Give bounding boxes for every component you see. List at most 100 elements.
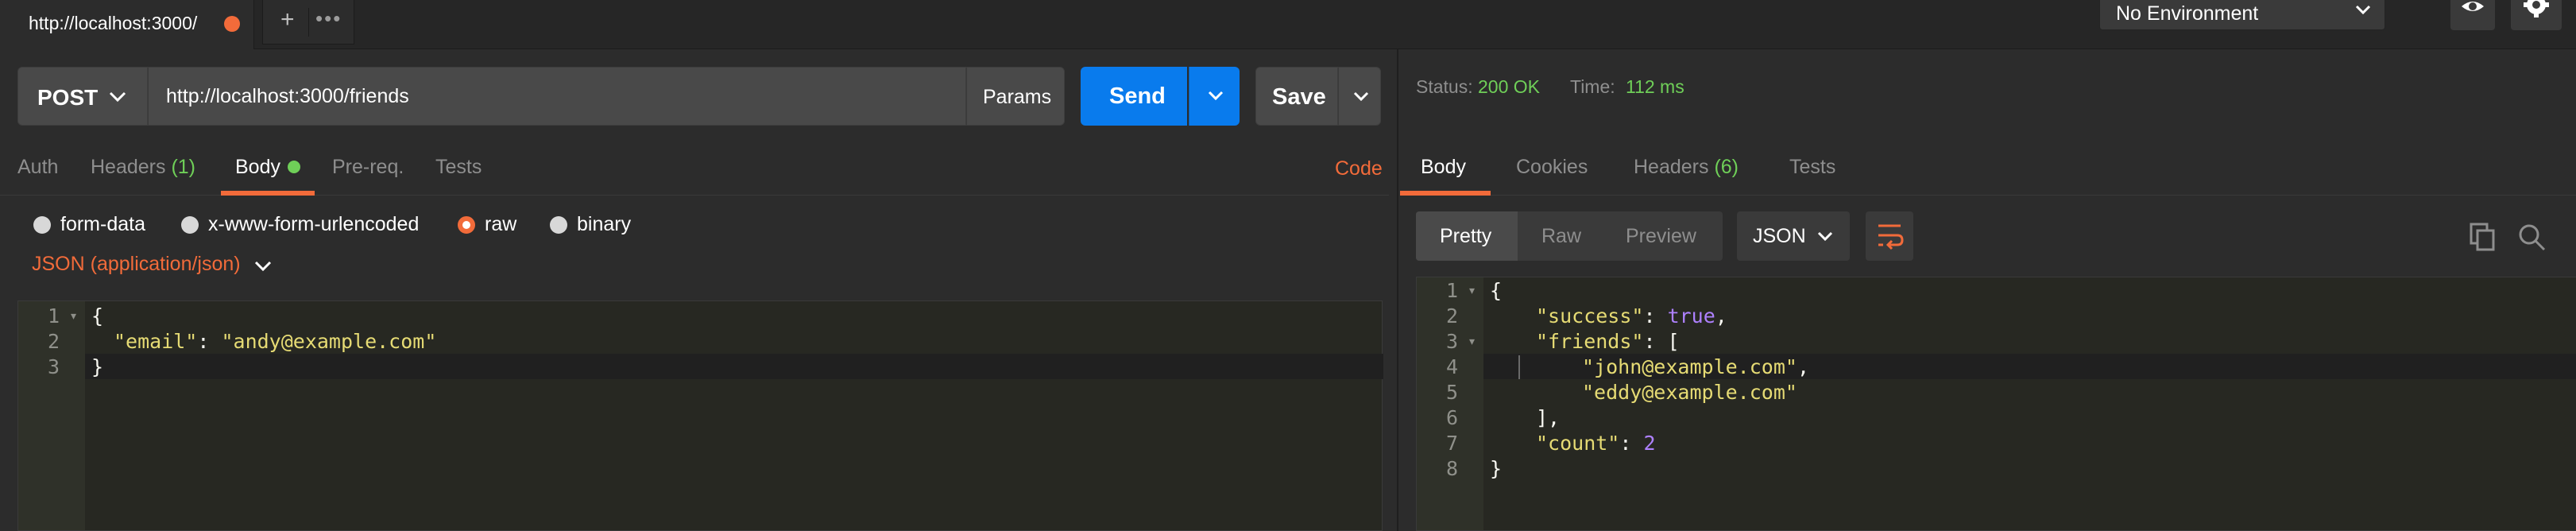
save-dropdown-button[interactable] [1338,67,1381,126]
tab-body-label: Body [235,156,280,178]
view-mode-group: Pretty Raw Preview [1416,211,1723,261]
radio-urlencoded[interactable] [181,216,199,234]
view-pretty-button[interactable]: Pretty [1416,211,1518,261]
tab-pre-request[interactable]: Pre-req. [332,156,404,179]
json-key: "success" [1536,304,1644,328]
radio-label-form-data: form-data [60,213,145,235]
gear-icon [2524,0,2549,17]
line-number: 6 [1445,406,1458,429]
json-colon: : [1643,330,1668,353]
active-line-highlight [85,354,1383,379]
tab-tools-divider [308,8,309,37]
send-button[interactable]: Send [1081,67,1187,126]
tab-headers-label: Headers [91,156,166,178]
tab-pre-request-label: Pre-req. [332,156,404,178]
save-label: Save [1272,84,1326,110]
view-preview-label: Preview [1626,225,1696,247]
line-number: 8 [1445,457,1458,480]
response-body-viewer[interactable]: 1 ▾ 2 3 ▾ 4 5 6 7 8 { "success": true, "… [1416,277,2576,531]
chevron-down-icon[interactable] [251,254,275,278]
line-number: 3 [1445,330,1458,353]
copy-icon[interactable] [2466,221,2498,253]
pane-divider[interactable] [1397,49,1398,531]
active-tab-indicator [221,191,315,196]
view-preview-button[interactable]: Preview [1603,211,1723,261]
save-button[interactable]: Save [1255,67,1338,126]
send-label: Send [1109,83,1166,109]
code-line: "eddy@example.com" [1582,381,1797,404]
wrap-lines-button[interactable] [1866,211,1913,261]
request-tabs: Auth Headers (1) Body Pre-req. Tests [0,143,1389,196]
radio-binary[interactable] [550,216,567,234]
json-string: "andy@example.com" [221,330,437,353]
response-time: 112 ms [1626,76,1684,97]
response-tab-tests-label: Tests [1789,156,1836,178]
line-number: 2 [1445,304,1458,328]
method-select[interactable]: POST [17,67,148,126]
status-label: Status: [1416,76,1473,97]
more-tabs-button[interactable]: ••• [315,6,342,31]
environment-quick-look-button[interactable] [2450,0,2495,30]
json-colon: : [1619,432,1644,455]
tab-headers[interactable]: Headers (1) [91,156,195,179]
request-body-editor[interactable]: 1 ▾ 2 3 { "email": "andy@example.com" } [17,300,1383,531]
tab-auth[interactable]: Auth [17,156,58,179]
environment-select[interactable]: No Environment [2099,0,2385,30]
fold-arrow-icon[interactable]: ▾ [1469,284,1475,297]
radio-label-binary: binary [577,213,632,235]
chevron-down-icon [1817,231,1833,242]
line-number: 4 [1445,355,1458,378]
line-number: 3 [47,355,60,378]
code-link[interactable]: Code [1335,157,1383,180]
json-string: "john@example.com" [1582,355,1797,378]
response-format-select[interactable]: JSON [1737,211,1850,261]
fold-arrow-icon[interactable]: ▾ [71,309,76,323]
line-number: 2 [47,330,60,353]
json-comma: , [1797,355,1809,378]
request-tab-url: http://localhost:3000/ [29,13,198,33]
body-modified-dot-icon [288,161,300,173]
response-tab-tests[interactable]: Tests [1789,156,1835,179]
chevron-down-icon [1353,91,1369,102]
indent-guide [1518,355,1520,379]
json-key: "count" [1536,432,1620,455]
tab-headers-count: (1) [171,156,196,178]
params-label: Params [983,86,1052,108]
tab-tests[interactable]: Tests [435,156,482,179]
content-type-select[interactable]: JSON (application/json) [32,253,241,276]
code-token: } [1490,457,1503,480]
line-number: 5 [1445,381,1458,404]
radio-form-data[interactable] [33,216,51,234]
response-tab-body[interactable]: Body [1421,156,1466,179]
radio-raw[interactable] [458,216,475,234]
eye-icon [2462,2,2484,11]
status-code: 200 OK [1478,76,1540,97]
send-dropdown-button[interactable] [1189,67,1240,126]
line-number: 1 [47,304,60,328]
view-raw-button[interactable]: Raw [1518,211,1603,261]
response-tabs: Body Cookies Headers (6) Tests [1400,143,2576,196]
unsaved-dot-icon [224,16,240,32]
tab-bar: http://localhost:3000/ + ••• No Environm… [0,0,2576,49]
response-tab-body-label: Body [1421,156,1466,178]
status-value: 200 OK [1478,76,1540,98]
json-boolean: true [1667,304,1715,328]
new-tab-button[interactable]: + [280,6,295,33]
settings-button[interactable] [2511,0,2562,30]
response-format-label: JSON [1753,225,1806,247]
view-pretty-label: Pretty [1440,225,1492,247]
chevron-down-icon [1208,91,1224,101]
url-input[interactable] [148,67,966,126]
response-tab-headers[interactable]: Headers (6) [1634,156,1739,179]
search-icon[interactable] [2516,221,2547,253]
fold-arrow-icon[interactable]: ▾ [1469,335,1475,348]
response-tab-cookies[interactable]: Cookies [1516,156,1588,179]
request-tab[interactable]: http://localhost:3000/ [0,0,254,49]
code-line: "friends": [ [1536,330,1680,353]
view-raw-label: Raw [1541,225,1582,247]
code-token: { [1490,279,1503,302]
code-line: "email": "andy@example.com" [114,330,436,353]
tab-body[interactable]: Body [235,156,280,179]
line-number: 7 [1445,432,1458,455]
params-button[interactable]: Params [966,67,1065,126]
